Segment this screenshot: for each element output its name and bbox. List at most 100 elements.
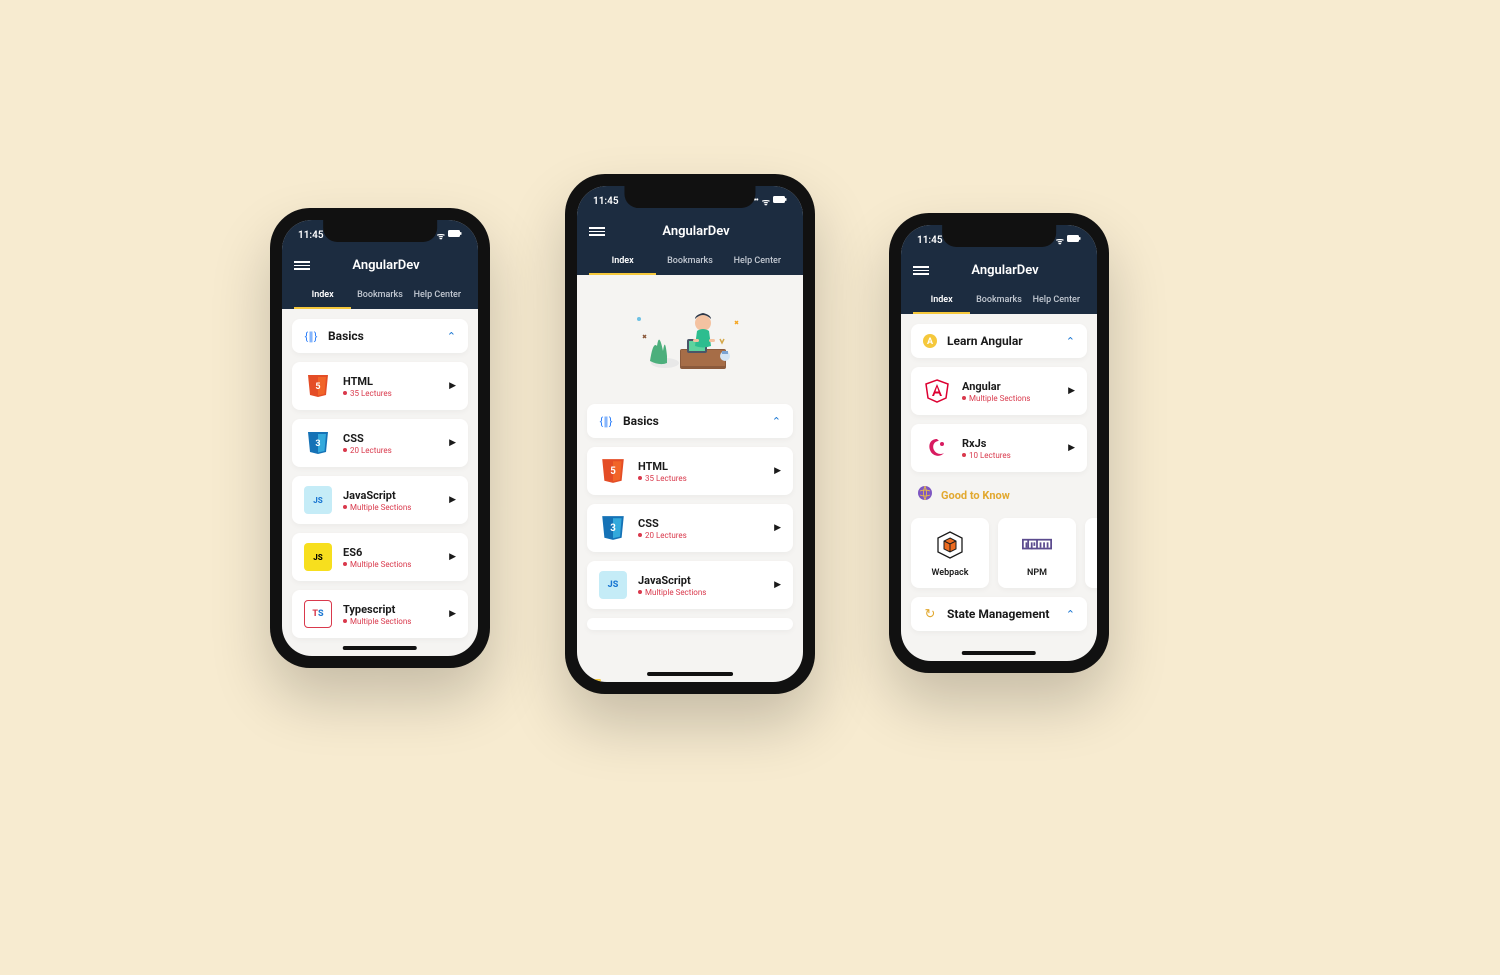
js-icon: JS — [599, 571, 627, 599]
app-header: AngularDev Index Bookmarks Help Center — [577, 216, 803, 275]
gtk-label: NPM — [1002, 568, 1072, 578]
gtk-card-webpack[interactable]: Webpack — [911, 518, 989, 588]
notch — [942, 225, 1056, 247]
tab-index[interactable]: Index — [589, 249, 656, 275]
webpack-icon — [935, 530, 965, 560]
section-title: Learn Angular — [947, 334, 1056, 348]
play-icon: ▶ — [774, 580, 781, 590]
js-icon: JS — [304, 486, 332, 514]
course-card-typescript[interactable]: TS Typescript Multiple Sections ▶ — [292, 590, 468, 638]
course-title: HTML — [343, 375, 438, 388]
home-indicator — [343, 646, 417, 650]
course-subtitle: Multiple Sections — [343, 560, 438, 569]
course-subtitle: 20 Lectures — [343, 446, 438, 455]
course-card-css[interactable]: 3 CSS 20 Lectures ▶ — [292, 419, 468, 467]
course-card-javascript[interactable]: JS JavaScript Multiple Sections ▶ — [587, 561, 793, 609]
gtk-card-partial[interactable] — [1085, 518, 1097, 588]
section-header-basics[interactable]: {∥} Basics ⌃ — [292, 319, 468, 353]
course-subtitle: Multiple Sections — [343, 617, 438, 626]
course-card-partial[interactable] — [587, 618, 793, 630]
wifi-icon: ᯤ — [1056, 234, 1063, 247]
tab-help[interactable]: Help Center — [1028, 288, 1085, 314]
course-card-angular[interactable]: Angular Multiple Sections ▶ — [911, 367, 1087, 415]
wifi-icon: ᯤ — [762, 195, 769, 208]
content-scroll[interactable]: {∥} Basics ⌃ 5 HTML 35 Lectures ▶ 3 CSS — [282, 309, 478, 656]
course-card-rxjs[interactable]: RxJs 10 Lectures ▶ — [911, 424, 1087, 472]
course-title: JavaScript — [343, 489, 438, 502]
svg-text:3: 3 — [610, 523, 616, 534]
app-title: AngularDev — [601, 224, 791, 239]
play-icon: ▶ — [449, 381, 456, 391]
gtk-card-npm[interactable]: NPM — [998, 518, 1076, 588]
section-title: Basics — [623, 414, 762, 428]
app-title: AngularDev — [306, 258, 466, 273]
tab-bookmarks[interactable]: Bookmarks — [970, 288, 1027, 314]
section-title: Basics — [328, 329, 437, 343]
html-icon: 5 — [599, 457, 627, 485]
gtk-label: Webpack — [915, 568, 985, 578]
course-card-html[interactable]: 5 HTML 35 Lectures ▶ — [292, 362, 468, 410]
content-scroll[interactable]: {∥} Basics ⌃ 5 HTML 35 Lectures ▶ 3 CSS — [577, 275, 803, 682]
ts-icon: TS — [304, 600, 332, 628]
code-icon: {∥} — [599, 414, 613, 428]
css-icon: 3 — [599, 514, 627, 542]
app-header: AngularDev Index Bookmarks Help Center — [901, 255, 1097, 314]
course-subtitle: Multiple Sections — [638, 588, 763, 597]
phone-mockup-1: 11:45 ᯤ AngularDev Index Bookmarks Help … — [270, 208, 490, 668]
status-icons: ᯤ — [437, 229, 462, 242]
good-to-know-row[interactable]: Webpack NPM — [911, 518, 1087, 588]
svg-text:5: 5 — [315, 382, 320, 392]
gtk-title: Good to Know — [941, 489, 1010, 502]
tabs: Index Bookmarks Help Center — [294, 283, 466, 309]
app-header: AngularDev Index Bookmarks Help Center — [282, 250, 478, 309]
tab-index[interactable]: Index — [913, 288, 970, 314]
course-title: Angular — [962, 380, 1057, 393]
chevron-up-icon: ⌃ — [1066, 335, 1075, 348]
course-card-html[interactable]: 5 HTML 35 Lectures ▶ — [587, 447, 793, 495]
home-indicator — [962, 651, 1036, 655]
section-header-state-management[interactable]: ↻ State Management ⌃ — [911, 597, 1087, 631]
tab-help[interactable]: Help Center — [409, 283, 466, 309]
svg-text:5: 5 — [610, 466, 616, 477]
code-icon: {∥} — [304, 329, 318, 343]
course-title: CSS — [638, 517, 763, 530]
chevron-up-icon: ⌃ — [447, 330, 456, 343]
course-title: Typescript — [343, 603, 438, 616]
section-header-basics[interactable]: {∥} Basics ⌃ — [587, 404, 793, 438]
es6-icon: JS — [304, 543, 332, 571]
course-card-css[interactable]: 3 CSS 20 Lectures ▶ — [587, 504, 793, 552]
tab-index[interactable]: Index — [294, 283, 351, 309]
section-header-learn-angular[interactable]: A Learn Angular ⌃ — [911, 324, 1087, 358]
tabs: Index Bookmarks Help Center — [913, 288, 1085, 314]
course-card-es6[interactable]: JS ES6 Multiple Sections ▶ — [292, 533, 468, 581]
home-indicator — [647, 672, 733, 676]
status-time: 11:45 — [298, 230, 324, 241]
rxjs-icon — [923, 434, 951, 462]
tab-help[interactable]: Help Center — [724, 249, 791, 275]
status-time: 11:45 — [917, 235, 943, 246]
css-icon: 3 — [304, 429, 332, 457]
phone-mockup-2: 11:45 ••••• ᯤ AngularDev Index Bookmarks… — [565, 174, 815, 694]
html-icon: 5 — [304, 372, 332, 400]
tab-bookmarks[interactable]: Bookmarks — [656, 249, 723, 275]
course-title: ES6 — [343, 546, 438, 559]
angular-section-icon: A — [923, 334, 937, 348]
svg-text:A: A — [927, 337, 934, 347]
chevron-up-icon: ⌃ — [1066, 608, 1075, 621]
good-to-know-header: Good to Know — [911, 481, 1087, 509]
refresh-icon: ↻ — [923, 607, 937, 621]
course-title: HTML — [638, 460, 763, 473]
angular-icon — [923, 377, 951, 405]
section-title: State Management — [947, 607, 1056, 621]
course-card-javascript[interactable]: JS JavaScript Multiple Sections ▶ — [292, 476, 468, 524]
content-scroll[interactable]: A Learn Angular ⌃ Angular Multiple Secti… — [901, 314, 1097, 661]
play-icon: ▶ — [1068, 443, 1075, 453]
notch — [624, 186, 755, 208]
battery-icon — [773, 196, 787, 206]
course-title: RxJs — [962, 437, 1057, 450]
play-icon: ▶ — [449, 438, 456, 448]
tab-bookmarks[interactable]: Bookmarks — [351, 283, 408, 309]
course-subtitle: Multiple Sections — [343, 503, 438, 512]
course-title: CSS — [343, 432, 438, 445]
phone-mockup-3: 11:45 ••••• ᯤ AngularDev Index Bookmarks… — [889, 213, 1109, 673]
